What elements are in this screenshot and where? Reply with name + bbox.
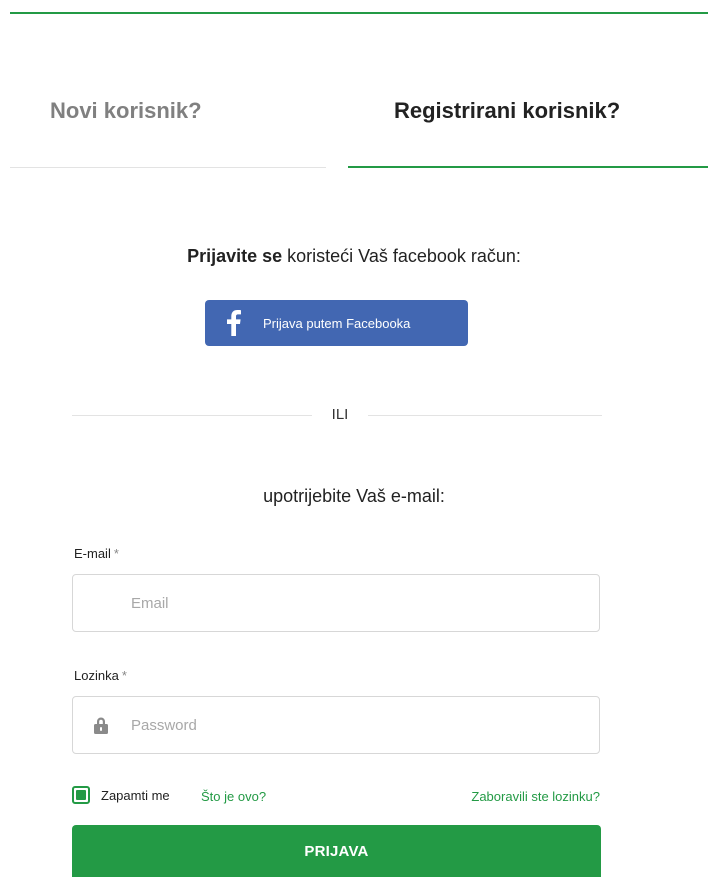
facebook-prompt-text: koristeći Vaš facebook račun:	[282, 246, 521, 266]
password-required-mark: *	[121, 668, 127, 683]
lock-icon	[94, 717, 108, 734]
remember-me-checked-indicator	[76, 790, 86, 800]
divider-line-left	[72, 415, 312, 416]
email-input[interactable]	[131, 575, 581, 631]
email-field-container	[72, 574, 600, 632]
divider-or-text: ILI	[331, 406, 349, 423]
top-accent-line	[10, 12, 708, 14]
remember-me-checkbox[interactable]	[72, 786, 90, 804]
tab-new-user-label: Novi korisnik?	[50, 98, 202, 123]
facebook-prompt-bold: Prijavite se	[187, 246, 283, 266]
divider-line-right	[368, 415, 602, 416]
email-field-label: E-mail *	[74, 546, 119, 561]
tab-new-user[interactable]: Novi korisnik?	[10, 72, 326, 168]
password-field-label: Lozinka *	[74, 668, 127, 683]
facebook-login-prompt: Prijavite se koristeći Vaš facebook raču…	[0, 246, 708, 267]
password-field-container	[72, 696, 600, 754]
email-login-prompt: upotrijebite Vaš e-mail:	[263, 486, 445, 506]
forgot-password-link[interactable]: Zaboravili ste lozinku?	[471, 789, 600, 804]
facebook-login-button-label: Prijava putem Facebooka	[263, 315, 411, 331]
password-label-text: Lozinka	[74, 668, 119, 683]
password-input[interactable]	[131, 697, 581, 753]
facebook-f-icon	[205, 300, 263, 346]
login-submit-label: PRIJAVA	[304, 842, 369, 860]
facebook-login-button[interactable]: Prijava putem Facebooka	[205, 300, 468, 346]
tab-registered-user-label: Registrirani korisnik?	[394, 98, 621, 123]
tab-registered-user[interactable]: Registrirani korisnik?	[348, 72, 708, 168]
remember-me-label: Zapamti me	[101, 788, 170, 803]
email-required-mark: *	[113, 546, 119, 561]
login-submit-button[interactable]: PRIJAVA	[72, 825, 601, 877]
email-label-text: E-mail	[74, 546, 111, 561]
what-is-this-link[interactable]: Što je ovo?	[201, 789, 266, 804]
